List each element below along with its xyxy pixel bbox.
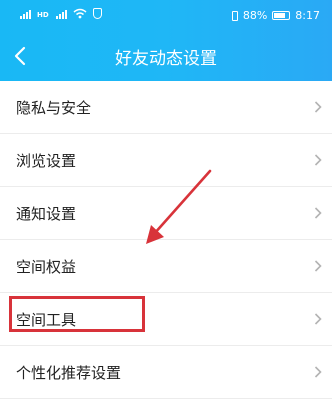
app-header: HD 88% 8:17 好友动态设置 xyxy=(0,0,332,81)
status-bar: HD 88% 8:17 xyxy=(0,0,332,34)
chevron-right-icon xyxy=(314,207,322,219)
menu-item-space-benefits[interactable]: 空间权益 xyxy=(0,240,332,293)
battery-icon xyxy=(272,11,291,20)
menu-item-label: 浏览设置 xyxy=(16,151,77,170)
highlight-box xyxy=(9,296,145,332)
menu-item-label: 个性化推荐设置 xyxy=(16,363,122,382)
chevron-right-icon xyxy=(314,101,322,113)
signal-icon xyxy=(20,10,31,19)
menu-item-label: 空间权益 xyxy=(16,257,77,276)
clock: 8:17 xyxy=(295,9,320,22)
settings-list: 隐私与安全 浏览设置 通知设置 空间权益 空间工具 个性化推荐设置 xyxy=(0,81,332,399)
vibrate-icon xyxy=(231,10,238,21)
menu-item-personalized-recommendations[interactable]: 个性化推荐设置 xyxy=(0,346,332,399)
hd-icon: HD xyxy=(37,11,49,19)
chevron-right-icon xyxy=(314,366,322,378)
wifi-icon xyxy=(73,8,87,19)
chevron-right-icon xyxy=(314,154,322,166)
signal-icon-2 xyxy=(55,10,67,19)
menu-item-notification-settings[interactable]: 通知设置 xyxy=(0,187,332,240)
menu-item-label: 通知设置 xyxy=(16,204,77,223)
chevron-right-icon xyxy=(314,260,322,272)
navigation-bar: 好友动态设置 xyxy=(0,34,332,78)
page-title: 好友动态设置 xyxy=(115,49,217,69)
shield-icon xyxy=(92,8,102,19)
menu-item-privacy-security[interactable]: 隐私与安全 xyxy=(0,81,332,134)
menu-item-label: 隐私与安全 xyxy=(16,98,92,117)
chevron-right-icon xyxy=(314,313,322,325)
battery-percent: 88% xyxy=(242,9,268,22)
menu-item-browse-settings[interactable]: 浏览设置 xyxy=(0,134,332,187)
